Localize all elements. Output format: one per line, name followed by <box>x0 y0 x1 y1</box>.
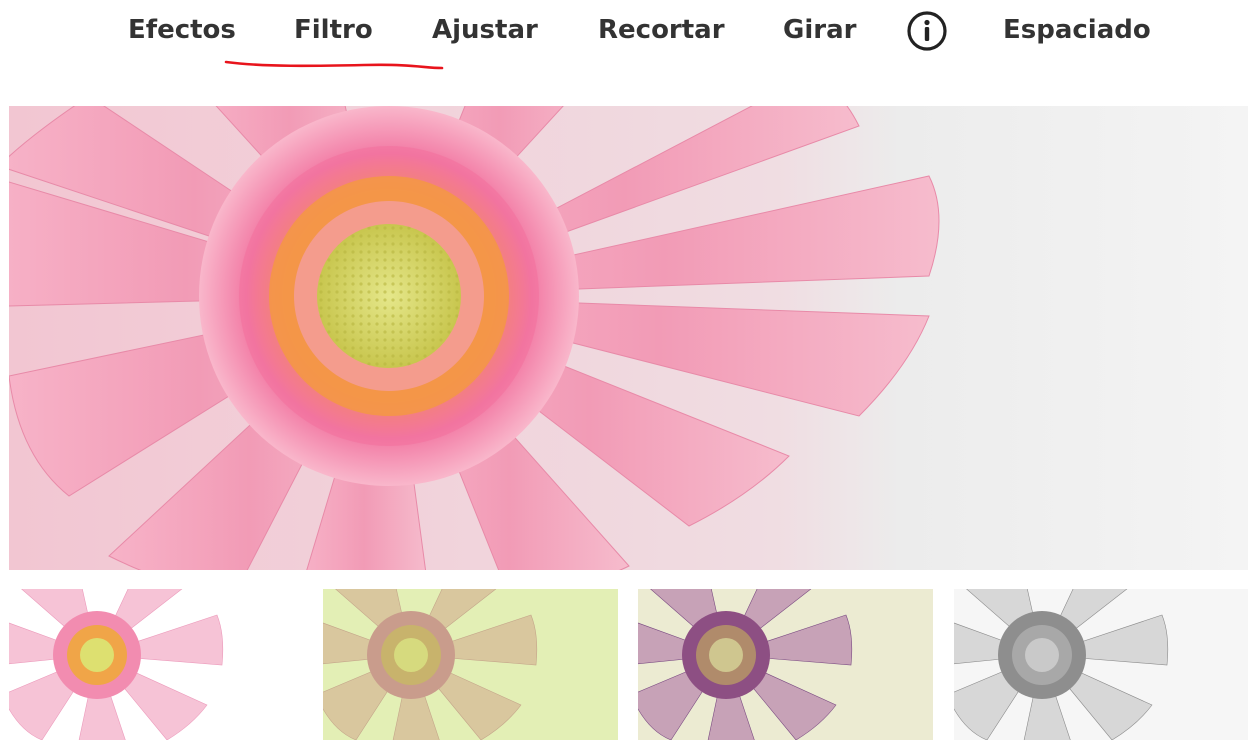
tab-filtro[interactable]: Filtro <box>294 12 373 48</box>
tab-ajustar[interactable]: Ajustar <box>432 12 538 48</box>
filter-thumbnail-yellow-green[interactable] <box>323 589 618 740</box>
info-icon[interactable] <box>906 10 948 52</box>
tab-girar[interactable]: Girar <box>783 12 856 48</box>
active-tab-underline <box>224 56 446 72</box>
main-preview-image <box>9 106 1248 570</box>
tab-recortar[interactable]: Recortar <box>598 12 725 48</box>
tab-espaciado[interactable]: Espaciado <box>1003 12 1151 48</box>
filter-thumbnail-grayscale[interactable] <box>954 589 1248 740</box>
tab-efectos[interactable]: Efectos <box>128 12 236 48</box>
filter-thumbnail-purple[interactable] <box>638 589 933 740</box>
edit-toolbar: Efectos Filtro Ajustar Recortar Girar Es… <box>0 0 1248 80</box>
filter-thumbnail-original[interactable] <box>9 589 304 740</box>
